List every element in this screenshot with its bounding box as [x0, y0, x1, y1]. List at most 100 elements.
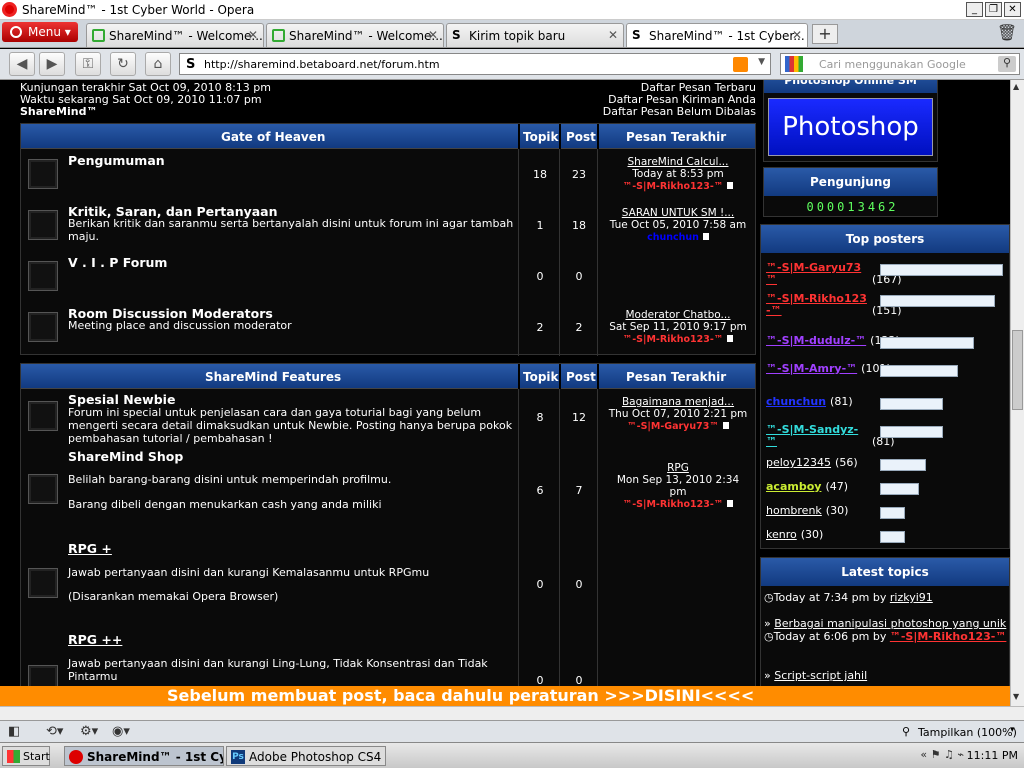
minimize-button[interactable]: _: [966, 2, 983, 17]
poster-name[interactable]: ™-S|M-Garyu73™: [766, 262, 868, 286]
chevron-down-icon[interactable]: ▼: [758, 57, 765, 67]
tab-3[interactable]: S Kirim topik baru ✕: [446, 23, 624, 47]
forum-row: Spesial Newbie Forum ini special untuk p…: [21, 389, 757, 447]
forum-title[interactable]: RPG +: [68, 541, 112, 556]
address-field[interactable]: Shttp://sharemind.betaboard.net/forum.ht…: [179, 53, 771, 75]
goto-post-icon[interactable]: [722, 422, 729, 429]
latest-topics-header: Latest topics: [761, 558, 1009, 586]
last-post-title[interactable]: Moderator Chatbo...: [599, 309, 757, 321]
vertical-scrollbar[interactable]: ▲ ▼: [1010, 80, 1024, 706]
tab-label: ShareMind™ - 1st Cyber...: [649, 29, 805, 43]
scroll-thumb[interactable]: [1012, 330, 1023, 410]
clock-icon: ◷: [764, 591, 774, 604]
forum-title[interactable]: V . I . P Forum: [68, 255, 167, 270]
window-title: ShareMind™ - 1st Cyber World - Opera: [22, 3, 255, 17]
search-icon[interactable]: ⚲: [998, 56, 1016, 72]
latest-user[interactable]: ™-S|M-Rikho123-™: [890, 630, 1007, 643]
forum-title[interactable]: Pengumuman: [68, 153, 165, 168]
status-bar: ◧ ⟲▾ ⚙▾ ◉▾ ⚲ Tampilkan (100%) ▾: [0, 720, 1024, 742]
last-post-user[interactable]: ™-S|M-Garyu73™: [627, 421, 719, 432]
speed-dial-icon[interactable]: ◉▾: [112, 724, 130, 739]
forum-status-icon: [28, 312, 58, 342]
rules-marquee[interactable]: Sebelum membuat post, baca dahulu peratu…: [0, 686, 1010, 706]
site-name[interactable]: ShareMind™: [20, 106, 271, 118]
photoshop-banner[interactable]: Photoshop: [768, 98, 933, 156]
start-button[interactable]: Start: [2, 746, 50, 766]
new-tab-button[interactable]: +: [812, 24, 838, 44]
trash-icon[interactable]: 🗑: [996, 23, 1018, 45]
close-tab-icon[interactable]: ✕: [792, 28, 802, 42]
latest-title[interactable]: Script-script jahil: [774, 669, 867, 682]
poster-name[interactable]: kenro: [766, 529, 797, 541]
wand-key-button[interactable]: ⚿: [75, 52, 101, 76]
last-post-user[interactable]: chunchun: [647, 232, 699, 243]
goto-post-icon[interactable]: [727, 335, 734, 342]
tab-1[interactable]: ShareMind™ - Welcome... ✕: [86, 23, 264, 47]
tab-2[interactable]: ShareMind™ - Welcome... ✕: [266, 23, 444, 47]
poster-name[interactable]: ™-S|M-Amry-™: [766, 363, 857, 375]
poster-name[interactable]: hombrenk: [766, 505, 822, 517]
window-titlebar: ShareMind™ - 1st Cyber World - Opera _ ❐…: [0, 0, 1024, 20]
close-tab-icon[interactable]: ✕: [608, 28, 618, 42]
post-count: 12: [572, 411, 586, 424]
google-icon[interactable]: [785, 56, 803, 72]
category-title[interactable]: Gate of Heaven: [221, 130, 325, 144]
last-post-title[interactable]: ShareMind Calcul...: [599, 156, 757, 168]
unite-icon[interactable]: ⚙▾: [80, 724, 98, 739]
forward-button[interactable]: ▶: [39, 52, 65, 76]
poster-name[interactable]: acamboy: [766, 481, 821, 493]
forum-title[interactable]: RPG ++: [68, 632, 122, 647]
post-count: 0: [575, 674, 583, 686]
forum-title[interactable]: Spesial Newbie: [68, 392, 175, 407]
poster-name[interactable]: ™-S|M-dudulz-™: [766, 335, 866, 347]
close-window-button[interactable]: ✕: [1004, 2, 1021, 17]
link-unanswered[interactable]: Daftar Pesan Belum Dibalas: [603, 106, 756, 118]
goto-post-icon[interactable]: [702, 233, 709, 240]
scroll-up-icon[interactable]: ▲: [1013, 82, 1019, 91]
poster-name[interactable]: chunchun: [766, 396, 826, 408]
last-post-user[interactable]: ™-S|M-Rikho123-™: [623, 499, 724, 510]
panel-toggle-icon[interactable]: ◧: [8, 724, 20, 739]
last-post-title[interactable]: SARAN UNTUK SM !...: [599, 207, 757, 219]
poster-name[interactable]: peloy12345: [766, 457, 831, 469]
latest-topic-item: ◷Today at 7:34 pm by rizkyi91: [764, 591, 933, 604]
top-posters-header: Top posters: [761, 225, 1009, 253]
top-poster-row: peloy12345 (56): [766, 457, 926, 471]
last-post-title[interactable]: Bagaimana menjad...: [599, 396, 757, 408]
reload-button[interactable]: ↻: [110, 52, 136, 76]
latest-title[interactable]: Berbagai manipulasi photoshop yang unik: [774, 617, 1006, 630]
last-post: SARAN UNTUK SM !... Tue Oct 05, 2010 7:5…: [599, 207, 757, 244]
last-post-user[interactable]: ™-S|M-Rikho123-™: [623, 181, 724, 192]
close-tab-icon[interactable]: ✕: [428, 28, 438, 42]
last-post-user[interactable]: ™-S|M-Rikho123-™: [623, 334, 724, 345]
post-count: 23: [572, 168, 586, 181]
tab-4-active[interactable]: S ShareMind™ - 1st Cyber... ✕: [626, 23, 808, 47]
close-tab-icon[interactable]: ✕: [248, 28, 258, 42]
forum-title[interactable]: ShareMind Shop: [68, 449, 183, 464]
system-tray-icons[interactable]: « ⚑ ♫ ⌁: [920, 748, 964, 761]
top-poster-row: ™-S|M-dudulz-™(122): [766, 335, 974, 349]
taskbar-item-opera[interactable]: ShareMind™ - 1st Cyber...: [64, 746, 224, 766]
chevron-down-icon[interactable]: ▾: [1010, 725, 1015, 735]
goto-post-icon[interactable]: [727, 500, 734, 507]
taskbar-item-photoshop[interactable]: Ps Adobe Photoshop CS4: [226, 746, 386, 766]
category-title[interactable]: ShareMind Features: [205, 370, 341, 384]
rss-icon[interactable]: [733, 57, 748, 72]
home-button[interactable]: ⌂: [145, 52, 171, 76]
search-field[interactable]: Cari menggunakan Google ⚲: [780, 53, 1020, 75]
back-button[interactable]: ◀: [9, 52, 35, 76]
poster-name[interactable]: ™-S|M-Rikho123-™: [766, 293, 868, 317]
zoom-level[interactable]: Tampilkan (100%): [918, 726, 1017, 739]
poster-name[interactable]: ™-S|M-Sandyz-™: [766, 424, 868, 448]
horizontal-scrollbar[interactable]: [0, 706, 1024, 720]
scroll-down-icon[interactable]: ▼: [1013, 692, 1019, 701]
opera-o-icon: [10, 26, 22, 38]
last-post-title[interactable]: RPG: [609, 462, 747, 474]
latest-user[interactable]: rizkyi91: [890, 591, 933, 604]
sync-icon[interactable]: ⟲▾: [46, 724, 63, 739]
goto-post-icon[interactable]: [727, 182, 734, 189]
forum-description: Jawab pertanyaan disini dan kurangi Ling…: [68, 657, 488, 683]
opera-menu-button[interactable]: Menu ▾: [2, 22, 78, 42]
maximize-button[interactable]: ❐: [985, 2, 1002, 17]
zoom-icon[interactable]: ⚲: [902, 725, 910, 738]
